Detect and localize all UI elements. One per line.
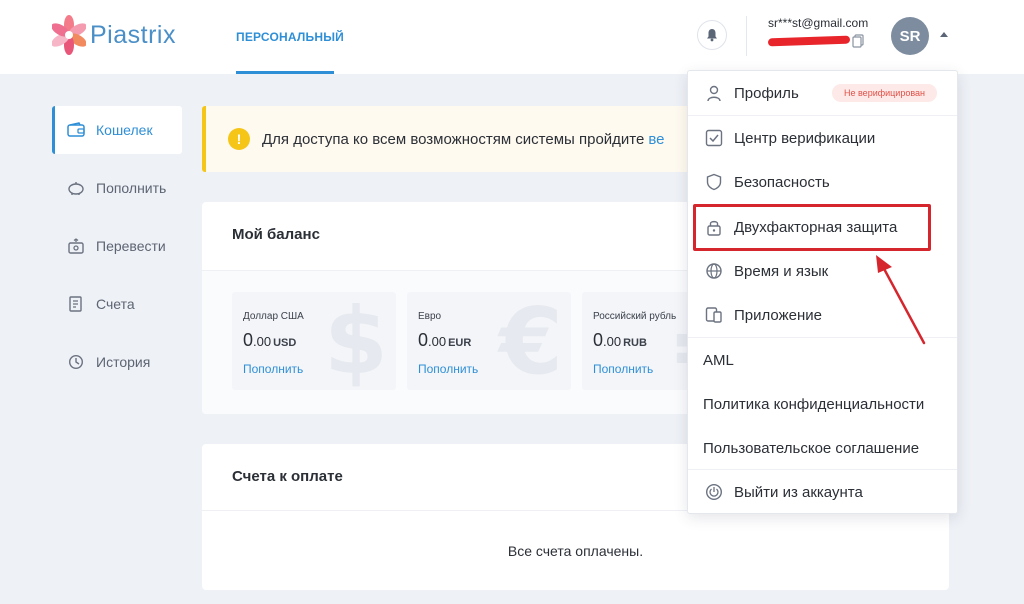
currency-tile-usd: $ Доллар США 0.00 USD Пополнить xyxy=(232,292,396,390)
sidebar-item-invoices[interactable]: Счета xyxy=(52,280,182,328)
invoices-title: Счета к оплате xyxy=(232,468,343,485)
top-up-link[interactable]: Пополнить xyxy=(593,362,653,376)
sidebar-item-label: Перевести xyxy=(96,238,166,254)
history-icon xyxy=(66,352,86,372)
status-badge: Не верифицирован xyxy=(832,84,938,102)
menu-item-verification[interactable]: Центр верификации xyxy=(688,116,957,160)
globe-icon xyxy=(704,261,724,281)
menu-item-label: Безопасность xyxy=(734,173,830,191)
header-divider xyxy=(746,16,747,56)
user-email: sr***st@gmail.com xyxy=(768,16,869,30)
menu-item-label: Профиль xyxy=(734,84,799,102)
balance-card: Мой баланс $ Доллар США 0.00 USD Пополнит… xyxy=(202,202,692,414)
euro-icon: € xyxy=(498,292,563,390)
verification-alert: ! Для доступа ко всем возможностям систе… xyxy=(202,106,722,172)
user-icon xyxy=(704,83,724,103)
warning-icon: ! xyxy=(228,128,250,150)
tab-active-indicator xyxy=(236,71,334,74)
sidebar-item-label: Счета xyxy=(96,296,135,312)
invoices-empty-text: Все счета оплачены. xyxy=(507,542,644,559)
wallet-icon xyxy=(66,120,86,140)
highlight-box xyxy=(693,204,931,251)
logo[interactable]: Piastrix xyxy=(52,10,176,60)
checkbox-icon xyxy=(704,128,724,148)
menu-item-agreement[interactable]: Пользовательское соглашение xyxy=(688,426,957,470)
transfer-icon xyxy=(66,236,86,256)
shield-icon xyxy=(704,172,724,192)
sidebar-item-label: Пополнить xyxy=(96,180,167,196)
tab-personal[interactable]: ПЕРСОНАЛЬНЫЙ xyxy=(236,0,344,74)
menu-item-profile[interactable]: Профиль Не верифицирован xyxy=(688,71,957,115)
sidebar-item-transfer[interactable]: Перевести xyxy=(52,222,182,270)
avatar[interactable]: SR xyxy=(891,17,929,55)
currency-tile-eur: € Евро 0.00 EUR Пополнить xyxy=(407,292,571,390)
bell-icon xyxy=(707,29,717,42)
sidebar-item-label: Кошелек xyxy=(96,122,153,138)
menu-item-label: Центр верификации xyxy=(734,129,876,147)
chevron-up-icon[interactable] xyxy=(940,32,948,37)
sidebar-item-wallet[interactable]: Кошелек xyxy=(52,106,182,154)
currency-name: Евро xyxy=(418,311,442,322)
top-up-link[interactable]: Пополнить xyxy=(243,362,303,376)
alert-text: Для доступа ко всем возможностям системы… xyxy=(262,130,645,148)
alert-link[interactable]: ве xyxy=(648,131,664,148)
brand-name: Piastrix xyxy=(90,20,176,49)
currency-amount: 0.00 USD xyxy=(243,330,297,350)
currency-amount: 0.00 EUR xyxy=(418,330,472,350)
annotation-arrow xyxy=(876,255,926,345)
piggy-bank-icon xyxy=(66,178,86,198)
top-up-link[interactable]: Пополнить xyxy=(418,362,478,376)
currency-tile-rub: ₽ Российский рубль 0.00RUB Пополнить xyxy=(582,292,692,390)
balance-title: Мой баланс xyxy=(232,226,320,243)
sidebar-item-label: История xyxy=(96,354,151,370)
sidebar-item-history[interactable]: История xyxy=(52,338,182,386)
currency-amount: 0.00 RUB xyxy=(593,330,647,350)
sidebar-item-top-up[interactable]: Пополнить xyxy=(52,164,182,212)
menu-item-label: Выйти из аккаунта xyxy=(734,483,863,501)
notifications-button[interactable] xyxy=(697,20,727,50)
menu-item-security[interactable]: Безопасность xyxy=(688,160,957,204)
menu-item-label: Время и язык xyxy=(734,262,829,280)
flower-logo-icon xyxy=(52,15,86,55)
currency-name: Российский рубль xyxy=(593,311,677,322)
copy-icon[interactable] xyxy=(852,34,864,53)
devices-icon xyxy=(704,305,724,325)
menu-item-label: Приложение xyxy=(734,306,822,324)
invoice-icon xyxy=(66,294,86,314)
menu-item-logout[interactable]: Выйти из аккаунта xyxy=(688,470,957,514)
power-icon xyxy=(704,482,724,502)
sidebar: Кошелек Пополнить Перевести Счета Истори… xyxy=(52,106,182,396)
menu-item-privacy[interactable]: Политика конфиденциальности xyxy=(688,382,957,426)
currency-name: Доллар США xyxy=(243,311,304,322)
top-header: Piastrix ПЕРСОНАЛЬНЫЙ sr***st@gmail.com … xyxy=(0,0,1024,74)
redaction-mark xyxy=(767,35,851,47)
dollar-icon: $ xyxy=(323,292,388,390)
